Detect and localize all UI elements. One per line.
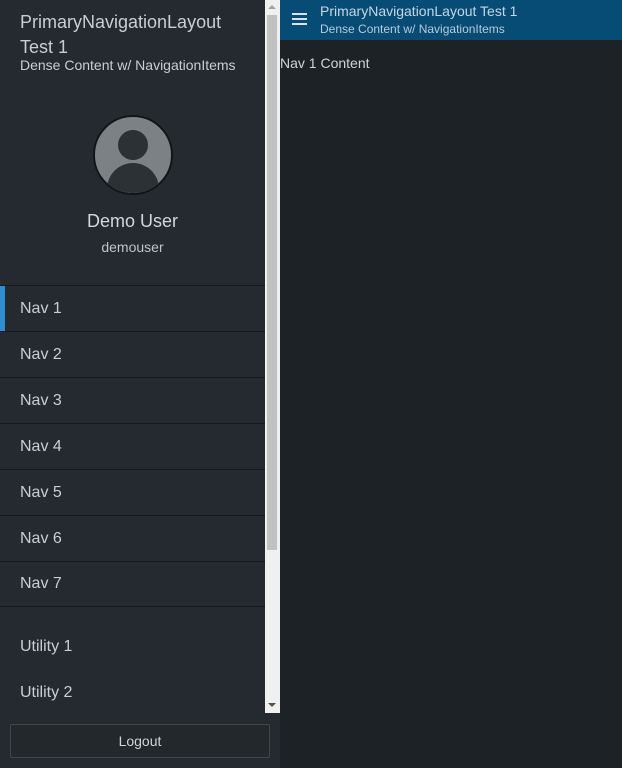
nav-item-5[interactable]: Nav 5 [0,469,265,515]
utility-item-label: Utility 2 [20,684,73,701]
main-content-text: Nav 1 Content [280,55,370,71]
nav-item-3[interactable]: Nav 3 [0,377,265,423]
topbar-title: PrimaryNavigationLayout Test 1 [320,3,518,19]
scrollbar-thumb[interactable] [267,15,277,550]
nav-item-4[interactable]: Nav 4 [0,423,265,469]
logout-button[interactable]: Logout [10,724,270,758]
utility-list: Utility 1 Utility 2 [0,624,265,713]
avatar [93,115,173,195]
nav-item-label: Nav 4 [20,437,62,455]
nav-item-7[interactable]: Nav 7 [0,561,265,607]
nav-item-label: Nav 7 [20,575,62,592]
top-bar: PrimaryNavigationLayout Test 1 Dense Con… [280,0,622,40]
nav-item-label: Nav 5 [20,483,62,501]
user-handle: demouser [101,239,164,255]
app-title: PrimaryNavigationLayout Test 1 [20,12,222,57]
sidebar-scrollbar[interactable] [265,0,280,713]
user-name: Demo User [86,211,179,231]
nav-item-label: Nav 6 [20,529,62,547]
nav-item-label: Nav 2 [20,345,62,363]
topbar-subtitle: Dense Content w/ NavigationItems [320,22,505,36]
hamburger-menu-icon[interactable] [292,13,307,26]
nav-item-1[interactable]: Nav 1 [0,285,265,331]
nav-list: Nav 1 Nav 2 Nav 3 Nav 4 Nav 5 Nav 6 Nav … [0,285,265,607]
sidebar: PrimaryNavigationLayout Test 1 Dense Con… [0,0,280,768]
nav-item-2[interactable]: Nav 2 [0,331,265,377]
nav-item-6[interactable]: Nav 6 [0,515,265,561]
scroll-down-arrow-icon[interactable] [268,703,276,707]
scroll-up-arrow-icon[interactable] [268,5,276,9]
utility-item-1[interactable]: Utility 1 [0,624,265,670]
user-avatar-icon [107,130,159,193]
nav-item-label: Nav 1 [20,299,62,317]
utility-item-2[interactable]: Utility 2 [0,670,265,713]
sidebar-scroll-area[interactable]: PrimaryNavigationLayout Test 1 Dense Con… [0,0,265,713]
nav-item-label: Nav 3 [20,391,62,409]
app-subtitle: Dense Content w/ NavigationItems [20,57,236,73]
utility-item-label: Utility 1 [20,638,73,655]
